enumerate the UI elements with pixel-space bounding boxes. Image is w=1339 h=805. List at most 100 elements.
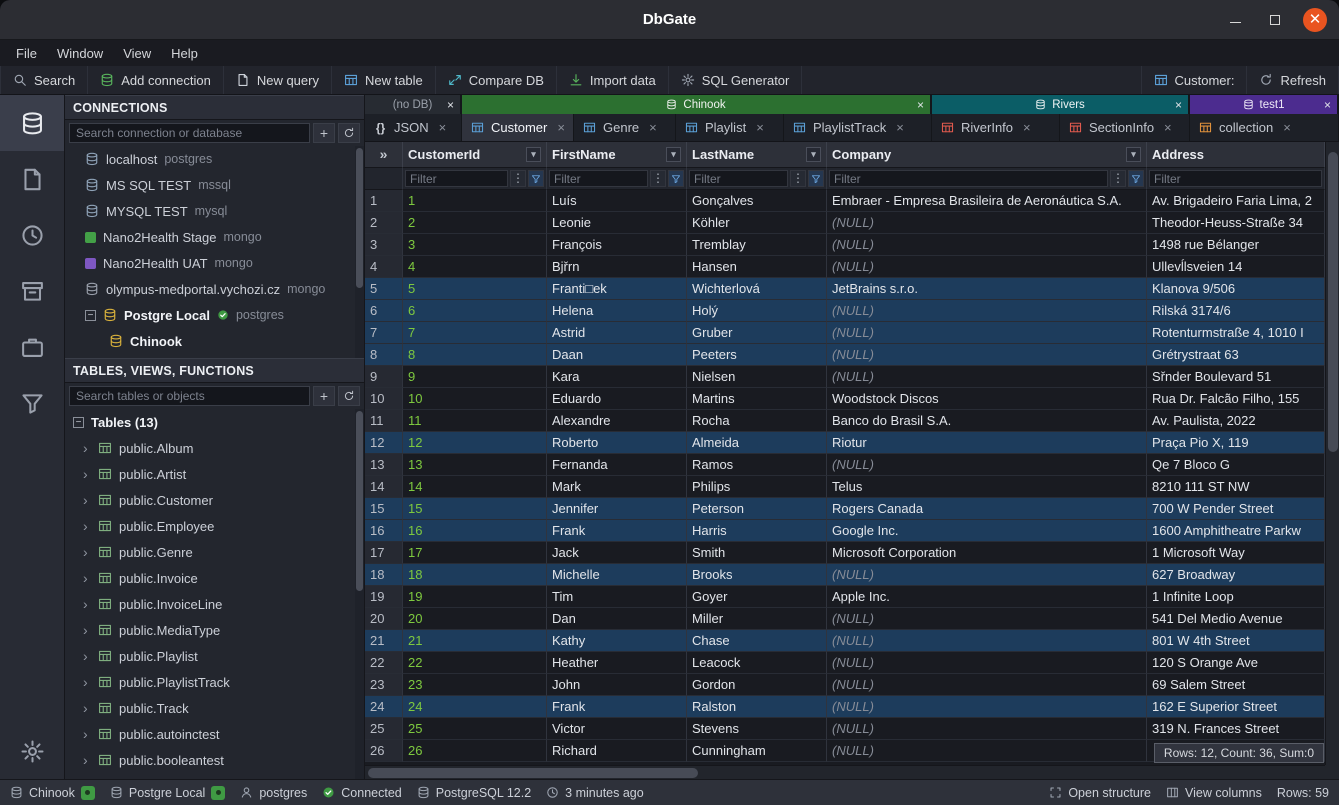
row-number[interactable]: 2 xyxy=(365,212,403,234)
cell-FirstName[interactable]: Franti□ek xyxy=(547,278,687,300)
filter-input-LastName[interactable] xyxy=(689,170,788,187)
row-number[interactable]: 13 xyxy=(365,454,403,476)
cell-CustomerId[interactable]: 13 xyxy=(403,454,547,476)
scrollbar-thumb[interactable] xyxy=(356,148,363,288)
filter-menu-icon[interactable]: ⋮ xyxy=(1110,170,1126,187)
cell-Address[interactable]: 69 Salem Street xyxy=(1147,674,1325,696)
close-tab-icon[interactable]: × xyxy=(1023,120,1031,135)
tables-scrollbar[interactable] xyxy=(355,409,364,779)
cell-LastName[interactable]: Tremblay xyxy=(687,234,827,256)
cell-CustomerId[interactable]: 7 xyxy=(403,322,547,344)
cell-FirstName[interactable]: Daan xyxy=(547,344,687,366)
vertical-scrollbar[interactable] xyxy=(1325,142,1339,765)
table-row[interactable]: 66HelenaHolý(NULL)Rilská 3174/6 xyxy=(365,300,1325,322)
cell-Address[interactable]: 120 S Orange Ave xyxy=(1147,652,1325,674)
file-tab-riverinfo[interactable]: RiverInfo× xyxy=(932,114,1060,141)
connection-item[interactable]: MYSQL TESTmysql xyxy=(65,198,364,224)
cell-Address[interactable]: 541 Del Medio Avenue xyxy=(1147,608,1325,630)
cell-CustomerId[interactable]: 21 xyxy=(403,630,547,652)
table-row[interactable]: 44BjřrnHansen(NULL)Ullevĺlsveien 14 xyxy=(365,256,1325,278)
cell-Company[interactable]: Google Inc. xyxy=(827,520,1147,542)
filter-menu-icon[interactable]: ⋮ xyxy=(790,170,806,187)
status-postgre-local[interactable]: Postgre Local xyxy=(110,786,225,800)
cell-FirstName[interactable]: Roberto xyxy=(547,432,687,454)
table-item[interactable]: › public.Track xyxy=(65,695,364,721)
table-item[interactable]: › public.Invoice xyxy=(65,565,364,591)
table-row[interactable]: 1919TimGoyerApple Inc.1 Infinite Loop xyxy=(365,586,1325,608)
cell-CustomerId[interactable]: 9 xyxy=(403,366,547,388)
table-item[interactable]: › public.InvoiceLine xyxy=(65,591,364,617)
cell-Company[interactable]: (NULL) xyxy=(827,652,1147,674)
file-tab-collection[interactable]: collection× xyxy=(1190,114,1339,141)
cell-Address[interactable]: 162 E Superior Street xyxy=(1147,696,1325,718)
cell-FirstName[interactable]: Alexandre xyxy=(547,410,687,432)
row-number[interactable]: 4 xyxy=(365,256,403,278)
cell-CustomerId[interactable]: 3 xyxy=(403,234,547,256)
new-query-button[interactable]: New query xyxy=(224,66,332,94)
cell-Address[interactable]: Av. Brigadeiro Faria Lima, 2 xyxy=(1147,190,1325,212)
table-row[interactable]: 22LeonieKöhler(NULL)Theodor-Heuss-Straße… xyxy=(365,212,1325,234)
menu-window[interactable]: Window xyxy=(47,43,113,64)
file-tab-playlisttrack[interactable]: PlaylistTrack× xyxy=(784,114,932,141)
cell-LastName[interactable]: Harris xyxy=(687,520,827,542)
table-item[interactable]: › public.Genre xyxy=(65,539,364,565)
connections-scrollbar[interactable] xyxy=(355,146,364,358)
chevron-right-icon[interactable]: › xyxy=(83,726,91,742)
maximize-button[interactable] xyxy=(1263,8,1287,32)
minimize-button[interactable] xyxy=(1223,8,1247,32)
table-row[interactable]: 2020DanMiller(NULL)541 Del Medio Avenue xyxy=(365,608,1325,630)
cell-LastName[interactable]: Gruber xyxy=(687,322,827,344)
search-button[interactable]: Search xyxy=(0,66,88,94)
cell-LastName[interactable]: Peeters xyxy=(687,344,827,366)
connection-item[interactable]: MS SQL TESTmssql xyxy=(65,172,364,198)
cell-CustomerId[interactable]: 24 xyxy=(403,696,547,718)
column-menu-icon[interactable]: ▾ xyxy=(526,147,541,162)
cell-Address[interactable]: 801 W 4th Street xyxy=(1147,630,1325,652)
cell-LastName[interactable]: Gordon xyxy=(687,674,827,696)
filter-funnel-icon[interactable] xyxy=(528,170,544,187)
compare-db-button[interactable]: Compare DB xyxy=(436,66,557,94)
table-row[interactable]: 1111AlexandreRochaBanco do Brasil S.A.Av… xyxy=(365,410,1325,432)
filter-menu-icon[interactable]: ⋮ xyxy=(510,170,526,187)
row-number[interactable]: 9 xyxy=(365,366,403,388)
cell-Address[interactable]: 627 Broadway xyxy=(1147,564,1325,586)
cell-FirstName[interactable]: Victor xyxy=(547,718,687,740)
connection-item[interactable]: Chinook xyxy=(65,328,364,354)
filter-input-Company[interactable] xyxy=(829,170,1108,187)
cell-FirstName[interactable]: Tim xyxy=(547,586,687,608)
table-row[interactable]: 1616FrankHarrisGoogle Inc.1600 Amphithea… xyxy=(365,520,1325,542)
close-tab-icon[interactable]: × xyxy=(756,120,764,135)
row-number[interactable]: 24 xyxy=(365,696,403,718)
table-row[interactable]: 1717JackSmithMicrosoft Corporation1 Micr… xyxy=(365,542,1325,564)
cell-LastName[interactable]: Martins xyxy=(687,388,827,410)
row-number[interactable]: 20 xyxy=(365,608,403,630)
chevron-right-icon[interactable]: › xyxy=(83,752,91,768)
cell-FirstName[interactable]: Jennifer xyxy=(547,498,687,520)
filter-funnel-icon[interactable] xyxy=(668,170,684,187)
row-number[interactable]: 10 xyxy=(365,388,403,410)
row-number[interactable]: 11 xyxy=(365,410,403,432)
cell-Company[interactable]: Telus xyxy=(827,476,1147,498)
vertical-scrollbar-thumb[interactable] xyxy=(1328,152,1338,452)
cell-Address[interactable]: 1498 rue Bélanger xyxy=(1147,234,1325,256)
cell-CustomerId[interactable]: 5 xyxy=(403,278,547,300)
cell-Company[interactable]: (NULL) xyxy=(827,322,1147,344)
table-item[interactable]: › public.MediaType xyxy=(65,617,364,643)
connection-item[interactable]: Nano2Health Stagemongo xyxy=(65,224,364,250)
cell-Company[interactable]: (NULL) xyxy=(827,454,1147,476)
column-header-CustomerId[interactable]: CustomerId▾ xyxy=(403,142,547,168)
cell-LastName[interactable]: Rocha xyxy=(687,410,827,432)
table-row[interactable]: 55Franti□ekWichterlováJetBrains s.r.o.Kl… xyxy=(365,278,1325,300)
sql-generator-button[interactable]: SQL Generator xyxy=(669,66,803,94)
cell-CustomerId[interactable]: 26 xyxy=(403,740,547,762)
tables-group[interactable]: − Tables (13) xyxy=(65,409,364,435)
db-group-tab[interactable]: Rivers× xyxy=(932,95,1190,114)
expand-columns-button[interactable]: » xyxy=(365,142,403,168)
row-number[interactable]: 21 xyxy=(365,630,403,652)
cell-Address[interactable]: Ullevĺlsveien 14 xyxy=(1147,256,1325,278)
cell-Address[interactable]: 319 N. Frances Street xyxy=(1147,718,1325,740)
row-number[interactable]: 3 xyxy=(365,234,403,256)
refresh-button[interactable]: Refresh xyxy=(1247,66,1339,94)
cell-Company[interactable]: (NULL) xyxy=(827,740,1147,762)
cell-LastName[interactable]: Almeida xyxy=(687,432,827,454)
